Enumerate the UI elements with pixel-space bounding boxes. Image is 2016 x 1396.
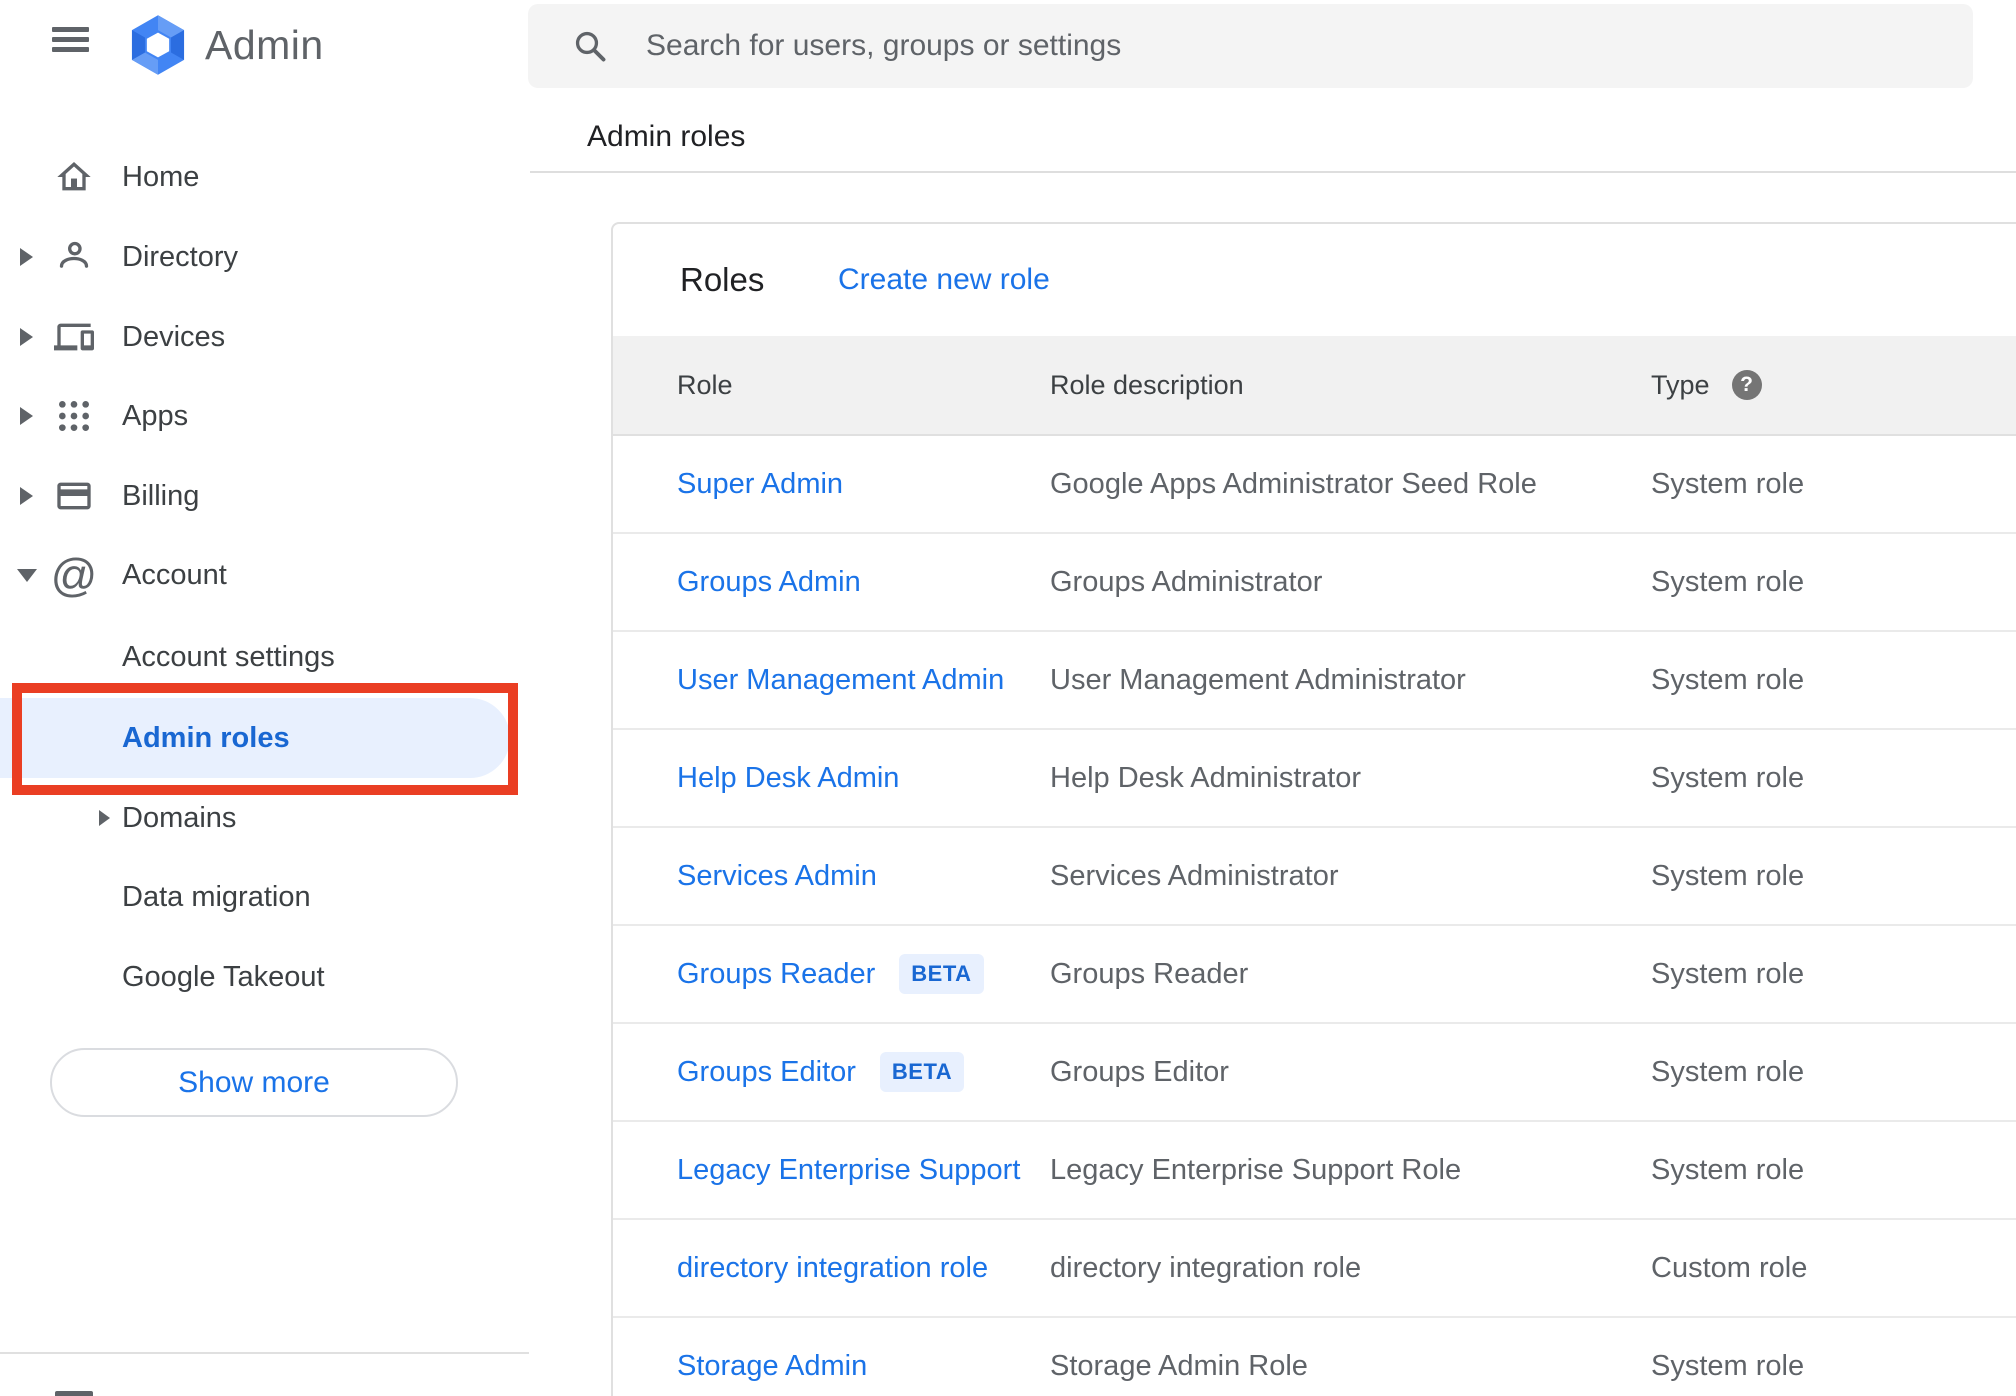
menu-icon[interactable] bbox=[52, 27, 89, 55]
create-new-role-link[interactable]: Create new role bbox=[838, 224, 1050, 336]
role-link[interactable]: Groups Editor bbox=[677, 1056, 856, 1089]
expand-arrow-icon[interactable] bbox=[20, 248, 33, 266]
sidebar-item-data-migration[interactable]: Data migration bbox=[0, 857, 529, 937]
table-row: Services Admin Services Administrator Sy… bbox=[613, 828, 2016, 926]
devices-icon bbox=[54, 317, 94, 357]
person-icon bbox=[54, 237, 94, 277]
role-type: System role bbox=[1651, 1055, 1805, 1088]
sidebar-item-domains[interactable]: Domains bbox=[0, 778, 529, 858]
search-placeholder: Search for users, groups or settings bbox=[646, 29, 1122, 62]
table-row: Groups Reader BETA Groups Reader System … bbox=[613, 926, 2016, 1024]
show-more-button[interactable]: Show more bbox=[50, 1048, 458, 1117]
role-type: System role bbox=[1651, 467, 1805, 500]
app-logo: Admin bbox=[127, 14, 324, 76]
sidebar-item-label: Admin roles bbox=[122, 721, 290, 754]
role-description: User Management Administrator bbox=[1050, 663, 1466, 696]
role-type: System role bbox=[1651, 1153, 1805, 1186]
expand-arrow-icon[interactable] bbox=[99, 810, 110, 826]
role-description: Help Desk Administrator bbox=[1050, 761, 1362, 794]
sidebar-item-label: Domains bbox=[122, 801, 237, 834]
breadcrumb: Admin roles bbox=[587, 120, 746, 153]
role-link[interactable]: Super Admin bbox=[677, 468, 843, 501]
column-header-type: Type bbox=[1651, 369, 1710, 400]
sidebar-item-directory[interactable]: Directory bbox=[0, 217, 529, 297]
role-link[interactable]: Groups Reader bbox=[677, 958, 875, 991]
role-description: Groups Administrator bbox=[1050, 565, 1323, 598]
role-type: System role bbox=[1651, 663, 1805, 696]
role-type: System role bbox=[1651, 761, 1805, 794]
expand-arrow-icon[interactable] bbox=[20, 407, 33, 425]
collapse-arrow-icon[interactable] bbox=[17, 568, 37, 582]
sidebar-item-admin-roles[interactable]: Admin roles bbox=[0, 698, 510, 778]
role-description: Google Apps Administrator Seed Role bbox=[1050, 467, 1537, 500]
role-link[interactable]: Services Admin bbox=[677, 860, 877, 893]
table-row: Storage Admin Storage Admin Role System … bbox=[613, 1318, 2016, 1396]
sidebar-item-apps[interactable]: Apps bbox=[0, 376, 529, 456]
search-icon bbox=[575, 31, 606, 62]
role-description: Groups Editor bbox=[1050, 1055, 1229, 1088]
sidebar-item-label: Home bbox=[122, 160, 200, 193]
sidebar-item-label: Data migration bbox=[122, 880, 311, 913]
page-title: Roles bbox=[680, 261, 765, 298]
sidebar-item-account-settings[interactable]: Account settings bbox=[0, 617, 529, 697]
beta-badge: BETA bbox=[899, 954, 984, 994]
sidebar-item-label: Google Takeout bbox=[122, 960, 325, 993]
role-type: System role bbox=[1651, 859, 1805, 892]
role-link[interactable]: User Management Admin bbox=[677, 664, 1004, 697]
home-icon bbox=[54, 157, 94, 197]
header-divider bbox=[530, 171, 2016, 173]
expand-arrow-icon[interactable] bbox=[20, 328, 33, 346]
role-description: directory integration role bbox=[1050, 1251, 1362, 1284]
clipped-bottom-icon bbox=[55, 1391, 93, 1396]
role-link[interactable]: Help Desk Admin bbox=[677, 762, 899, 795]
column-header-role-description: Role description bbox=[1050, 369, 1244, 400]
app-title: Admin bbox=[205, 21, 324, 68]
role-link[interactable]: Storage Admin bbox=[677, 1350, 867, 1383]
sidebar-item-label: Apps bbox=[122, 399, 189, 432]
credit-card-icon bbox=[54, 476, 94, 516]
sidebar-item-label: Devices bbox=[122, 320, 226, 353]
sidebar-item-label: Billing bbox=[122, 479, 200, 512]
role-type: System role bbox=[1651, 1349, 1805, 1382]
sidebar-item-account[interactable]: @ Account bbox=[0, 535, 529, 615]
table-row: Help Desk Admin Help Desk Administrator … bbox=[613, 730, 2016, 828]
help-icon[interactable]: ? bbox=[1731, 370, 1762, 400]
apps-grid-icon bbox=[54, 396, 94, 436]
role-description: Legacy Enterprise Support Role bbox=[1050, 1153, 1462, 1186]
admin-console-page: Admin Search for users, groups or settin… bbox=[0, 0, 2016, 1396]
role-description: Services Administrator bbox=[1050, 859, 1339, 892]
sidebar-item-label: Directory bbox=[122, 240, 239, 273]
at-sign-icon: @ bbox=[50, 549, 98, 601]
search-input[interactable]: Search for users, groups or settings bbox=[528, 4, 1973, 88]
sidebar-item-google-takeout[interactable]: Google Takeout bbox=[0, 937, 529, 1017]
sidebar-item-label: Account settings bbox=[122, 640, 335, 673]
admin-hexagon-logo-icon bbox=[131, 15, 185, 75]
role-type: System role bbox=[1651, 565, 1805, 598]
table-row: Legacy Enterprise Support Legacy Enterpr… bbox=[613, 1122, 2016, 1220]
roles-card: Roles Create new role Role Role descript… bbox=[611, 222, 2016, 1396]
role-description: Groups Reader bbox=[1050, 957, 1249, 990]
sidebar-item-home[interactable]: Home bbox=[0, 137, 529, 217]
roles-card-header: Roles Create new role bbox=[613, 224, 2016, 336]
sidebar-item-label: Account bbox=[122, 558, 227, 591]
table-row: directory integration role directory int… bbox=[613, 1220, 2016, 1318]
table-row: Groups Editor BETA Groups Editor System … bbox=[613, 1024, 2016, 1122]
role-type: System role bbox=[1651, 957, 1805, 990]
expand-arrow-icon[interactable] bbox=[20, 487, 33, 505]
role-link[interactable]: directory integration role bbox=[677, 1252, 988, 1285]
table-row: Groups Admin Groups Administrator System… bbox=[613, 534, 2016, 632]
table-header-row: Role Role description Type ? bbox=[613, 336, 2016, 436]
role-link[interactable]: Legacy Enterprise Support bbox=[677, 1154, 1020, 1187]
sidebar-item-devices[interactable]: Devices bbox=[0, 297, 529, 377]
table-row: Super Admin Google Apps Administrator Se… bbox=[613, 436, 2016, 534]
role-type: Custom role bbox=[1651, 1251, 1808, 1284]
role-link[interactable]: Groups Admin bbox=[677, 566, 861, 599]
beta-badge: BETA bbox=[879, 1052, 965, 1092]
column-header-role: Role bbox=[677, 369, 733, 400]
table-row: User Management Admin User Management Ad… bbox=[613, 632, 2016, 730]
sidebar-bottom-divider bbox=[0, 1352, 529, 1354]
role-description: Storage Admin Role bbox=[1050, 1349, 1308, 1382]
sidebar-item-billing[interactable]: Billing bbox=[0, 456, 529, 536]
